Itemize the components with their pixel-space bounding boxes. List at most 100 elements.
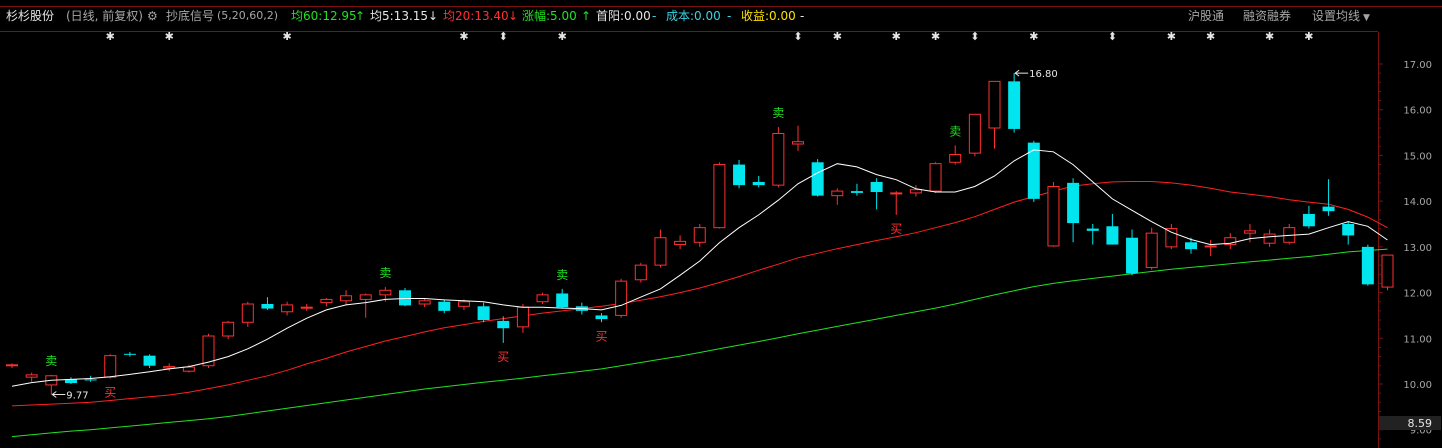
indicator-name[interactable]: 抄底信号 (166, 9, 214, 23)
candle-body (1342, 224, 1355, 236)
buy-signal: 买 (497, 350, 509, 364)
candlestick-chart[interactable]: 17.00 16.00 15.00 14.00 13.00 12.00 11.00 10.00… (0, 0, 1442, 448)
candle-body (1322, 206, 1335, 212)
candle-body (1145, 232, 1158, 268)
min-price-label: 9.77 (66, 391, 88, 402)
down-arrow-icon: ↓ (508, 9, 519, 23)
candle (713, 162, 726, 229)
candle-body (772, 132, 785, 186)
candle-body (654, 237, 667, 266)
gear-icon[interactable]: ⚙ (147, 9, 158, 23)
candle-body (850, 191, 863, 193)
candle-body (300, 306, 313, 309)
candle-body (792, 141, 804, 145)
candle-body (615, 280, 628, 316)
candle-body (182, 366, 195, 372)
sell-signal: 卖 (949, 124, 961, 138)
candle-body (1361, 246, 1374, 285)
candle (929, 162, 942, 193)
candle-body (261, 304, 274, 309)
candle (615, 278, 628, 318)
candle-body (733, 164, 746, 186)
candle-body (163, 366, 176, 369)
candle-body (241, 303, 254, 323)
candle-body (870, 181, 883, 192)
candle-body (281, 304, 294, 313)
dash-separator: - (727, 9, 732, 23)
candle-body (25, 374, 38, 378)
candle-body (359, 294, 372, 300)
cost-value: 成本:0.00 (666, 9, 721, 23)
candle-body (1263, 233, 1276, 244)
ma60-value: 均60:12.95 (291, 9, 357, 23)
candle-body (536, 294, 549, 303)
dash-separator: - (652, 9, 657, 23)
candle-body (399, 290, 411, 306)
candle-body (634, 264, 647, 281)
candle-body (418, 300, 431, 305)
margin-trading-button[interactable]: 融资融券 (1243, 9, 1291, 23)
sell-signal: 卖 (45, 354, 57, 368)
candle-body (497, 320, 510, 329)
candle-body (556, 293, 569, 308)
candle-body (143, 355, 156, 366)
dash-separator: - (800, 9, 805, 23)
sell-signal: 卖 (556, 268, 568, 282)
candle-body (1027, 142, 1040, 199)
candle-body (1165, 228, 1178, 248)
candle-body (811, 162, 824, 196)
chart-mode[interactable]: (日线, 前复权) (66, 9, 143, 23)
candle (1381, 254, 1394, 291)
change-value: 涨幅:5.00 (522, 9, 577, 23)
candle-body (713, 164, 726, 229)
candle (222, 320, 235, 340)
up-arrow-icon: ↑ (581, 9, 592, 23)
candle-body (438, 301, 451, 311)
candle-body (516, 306, 529, 328)
candle-body (222, 321, 235, 337)
candle-body (752, 181, 765, 186)
y-tick-label: 14.00 (1403, 197, 1432, 208)
ma-settings-button[interactable]: 设置均线 (1312, 9, 1360, 23)
up-arrow-icon: ↑ (355, 9, 366, 23)
y-tick-label: 16.00 (1403, 106, 1432, 117)
candle-body (1047, 186, 1060, 247)
ma5-value: 均5:13.15 (370, 9, 429, 23)
candle-body (123, 353, 136, 355)
y-tick-label: 10.00 (1403, 380, 1432, 391)
candle-body (890, 192, 903, 195)
max-price-label: 16.80 (1029, 69, 1058, 80)
candle-body (1185, 242, 1197, 250)
sell-signal: 卖 (379, 266, 391, 280)
candle-body (1381, 254, 1394, 288)
candle-body (320, 298, 333, 304)
candle (634, 262, 647, 283)
candle (1008, 73, 1021, 133)
y-tick-label: 13.00 (1403, 243, 1432, 254)
candle-body (929, 163, 942, 192)
candle (104, 354, 117, 379)
candle (772, 127, 785, 188)
sell-signal: 卖 (772, 106, 784, 120)
candle-body (595, 315, 608, 320)
hgt-button[interactable]: 沪股通 (1188, 9, 1224, 23)
candle-body (104, 355, 117, 378)
chevron-down-icon[interactable]: ▼ (1363, 11, 1370, 25)
candle (1047, 181, 1060, 247)
candle-body (949, 154, 962, 163)
candle-body (1204, 245, 1217, 248)
buy-signal: 买 (104, 386, 116, 400)
candle-body (6, 364, 18, 367)
y-tick-label: 12.00 (1403, 289, 1432, 300)
profit-value: 收益:0.00 (741, 9, 796, 23)
buy-signal: 买 (595, 329, 607, 343)
y-tick-label: 11.00 (1403, 334, 1432, 345)
buy-signal: 买 (890, 222, 902, 236)
candle-body (1086, 228, 1099, 231)
current-price-label: 8.59 (1408, 417, 1433, 430)
stock-name[interactable]: 杉杉股份 (6, 9, 54, 23)
candle-body (1126, 237, 1139, 274)
candle-body (831, 190, 844, 197)
candle-body (674, 240, 687, 246)
y-tick-label: 17.00 (1403, 60, 1432, 71)
